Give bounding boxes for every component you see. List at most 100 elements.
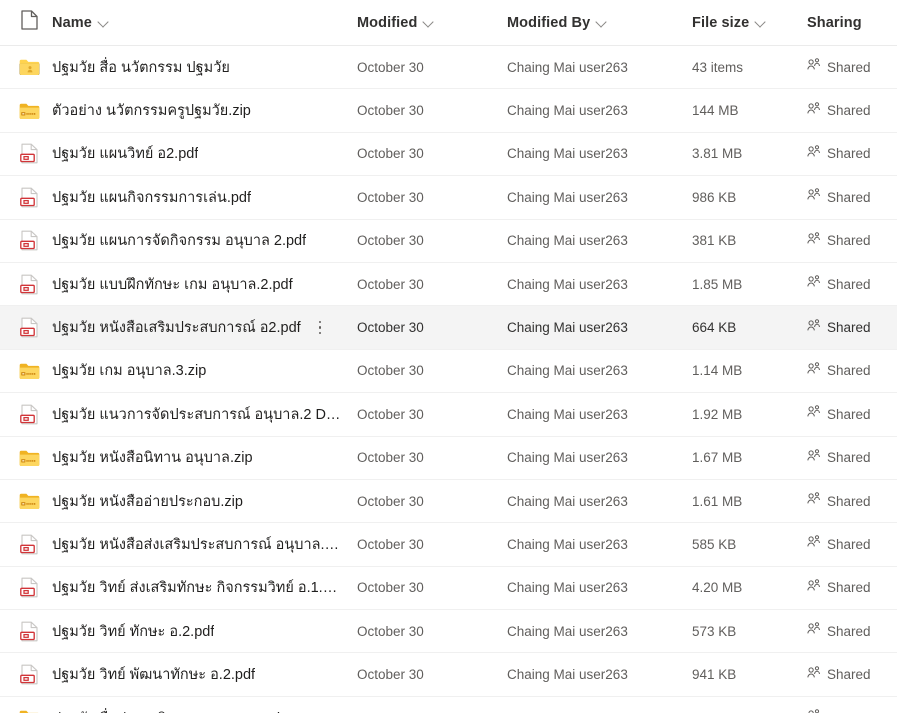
sharing-cell[interactable]: Shared: [807, 275, 897, 293]
file-name-cell[interactable]: ปฐมวัย แผนการจัดกิจกรรม อนุบาล 2.pdf: [52, 229, 357, 252]
file-icon-cell[interactable]: [0, 360, 52, 382]
file-name-cell[interactable]: ปฐมวัย สื่อปฐ ชุดกิจกรรม อนุบาล1.zip: [52, 707, 357, 713]
file-name-cell[interactable]: ปฐมวัย เกม อนุบาล.3.zip: [52, 359, 357, 382]
sharing-status[interactable]: Shared: [807, 145, 871, 163]
table-row[interactable]: ปฐมวัย แผนกิจกรรมการเล่น.pdf October 30 Ch…: [0, 176, 897, 220]
sharing-cell[interactable]: Shared: [807, 709, 897, 713]
table-row[interactable]: ปฐมวัย หนังสือส่งเสริมประสบการณ์ อนุบาล.…: [0, 523, 897, 567]
file-icon-cell[interactable]: [0, 230, 52, 252]
file-name-label[interactable]: ปฐมวัย สื่อปฐ ชุดกิจกรรม อนุบาล1.zip: [52, 707, 288, 713]
sharing-cell[interactable]: Shared: [807, 58, 897, 76]
sharing-cell[interactable]: Shared: [807, 231, 897, 250]
table-row[interactable]: ปฐมวัย เกม อนุบาล.3.zip October 30 Chaing …: [0, 350, 897, 394]
file-icon-cell[interactable]: [0, 56, 52, 78]
file-name-label[interactable]: ปฐมวัย หนังสือเสริมประสบการณ์ อ2.pdf: [52, 316, 301, 339]
file-icon-cell[interactable]: [0, 620, 52, 642]
sharing-cell[interactable]: Shared: [807, 188, 897, 206]
file-name-label[interactable]: ปฐมวัย สื่อ นวัตกรรม ปฐมวัย: [52, 56, 230, 79]
sharing-status[interactable]: Shared: [807, 58, 871, 76]
file-name-label[interactable]: ปฐมวัย วิทย์ พัฒนาทักษะ อ.2.pdf: [52, 663, 255, 686]
table-row[interactable]: ปฐมวัย หนังสืออ่ายประกอบ.zip October 30 Ch…: [0, 480, 897, 524]
sharing-status[interactable]: Shared: [807, 579, 871, 597]
file-name-label[interactable]: ปฐมวัย วิทย์ ทักษะ อ.2.pdf: [52, 620, 214, 643]
sharing-cell[interactable]: Shared: [807, 318, 897, 337]
table-row[interactable]: ปฐมวัย แนวการจัดประสบการณ์ อนุบาล.2 DD.p…: [0, 393, 897, 437]
sharing-status[interactable]: Shared: [807, 665, 871, 684]
file-name-cell[interactable]: ปฐมวัย หนังสืออ่ายประกอบ.zip: [52, 490, 357, 513]
file-name-cell[interactable]: ปฐมวัย แบบฝึกทักษะ เกม อนุบาล.2.pdf: [52, 273, 357, 296]
file-name-cell[interactable]: ปฐมวัย แผนกิจกรรมการเล่น.pdf: [52, 186, 357, 209]
sharing-cell[interactable]: Shared: [807, 448, 897, 467]
table-row[interactable]: ปฐมวัย วิทย์ ทักษะ อ.2.pdf October 30 Chai…: [0, 610, 897, 654]
file-name-label[interactable]: ปฐมวัย แนวการจัดประสบการณ์ อนุบาล.2 DD.p…: [52, 403, 342, 426]
sharing-status[interactable]: Shared: [807, 492, 871, 510]
file-name-label[interactable]: ปฐมวัย หนังสือนิทาน อนุบาล.zip: [52, 446, 253, 469]
table-row[interactable]: ปฐมวัย หนังสือเสริมประสบการณ์ อ2.pdf Octo…: [0, 306, 897, 350]
sharing-status[interactable]: Shared: [807, 231, 871, 250]
sharing-status[interactable]: Shared: [807, 405, 871, 423]
file-icon-cell[interactable]: [0, 490, 52, 512]
file-icon-cell[interactable]: [0, 317, 52, 339]
sharing-status[interactable]: Shared: [807, 188, 871, 206]
header-file-size[interactable]: File size: [692, 15, 767, 31]
file-name-cell[interactable]: ปฐมวัย หนังสือนิทาน อนุบาล.zip: [52, 446, 357, 469]
sharing-status[interactable]: Shared: [807, 622, 871, 640]
sharing-cell[interactable]: Shared: [807, 579, 897, 597]
file-name-cell[interactable]: ปฐมวัย แนวการจัดประสบการณ์ อนุบาล.2 DD.p…: [52, 403, 357, 426]
table-row[interactable]: ปฐมวัย หนังสือนิทาน อนุบาล.zip October 30…: [0, 437, 897, 480]
sharing-cell[interactable]: Shared: [807, 492, 897, 510]
table-row[interactable]: ปฐมวัย วิทย์ พัฒนาทักษะ อ.2.pdf October 3…: [0, 653, 897, 697]
table-row[interactable]: ปฐมวัย สื่อ นวัตกรรม ปฐมวัย October 30 Cha…: [0, 46, 897, 90]
file-name-cell[interactable]: ปฐมวัย หนังสือส่งเสริมประสบการณ์ อนุบาล.…: [52, 533, 357, 556]
file-name-cell[interactable]: ปฐมวัย วิทย์ ทักษะ อ.2.pdf: [52, 620, 357, 643]
sharing-cell[interactable]: Shared: [807, 405, 897, 423]
file-name-label[interactable]: ปฐมวัย วิทย์ ส่งเสริมทักษะ กิจกรรมวิทย์ …: [52, 576, 342, 599]
file-icon-cell[interactable]: [0, 143, 52, 165]
file-icon-cell[interactable]: [0, 664, 52, 686]
file-name-cell[interactable]: ปฐมวัย สื่อ นวัตกรรม ปฐมวัย: [52, 56, 357, 79]
header-sharing[interactable]: Sharing: [807, 15, 862, 31]
sharing-cell[interactable]: Shared: [807, 145, 897, 163]
file-icon-cell[interactable]: [0, 447, 52, 469]
header-modified[interactable]: Modified: [357, 15, 435, 31]
file-name-label[interactable]: ปฐมวัย เกม อนุบาล.3.zip: [52, 359, 206, 382]
file-name-label[interactable]: ตัวอย่าง นวัตกรรมครูปฐมวัย.zip: [52, 99, 251, 122]
sharing-status[interactable]: Shared: [807, 448, 871, 467]
header-filetype-icon-cell[interactable]: [0, 10, 52, 35]
more-options-button[interactable]: [311, 317, 329, 339]
header-modified-by[interactable]: Modified By: [507, 15, 608, 31]
file-icon-cell[interactable]: [0, 533, 52, 555]
sharing-status[interactable]: Shared: [807, 709, 871, 713]
sharing-cell[interactable]: Shared: [807, 622, 897, 640]
sharing-cell[interactable]: Shared: [807, 535, 897, 553]
sharing-cell[interactable]: Shared: [807, 665, 897, 684]
table-row[interactable]: ปฐมวัย วิทย์ ส่งเสริมทักษะ กิจกรรมวิทย์ …: [0, 567, 897, 611]
sharing-status[interactable]: Shared: [807, 101, 871, 120]
table-row[interactable]: ตัวอย่าง นวัตกรรมครูปฐมวัย.zip October 30…: [0, 89, 897, 133]
file-icon-cell[interactable]: [0, 273, 52, 295]
file-icon-cell[interactable]: [0, 186, 52, 208]
file-name-label[interactable]: ปฐมวัย แบบฝึกทักษะ เกม อนุบาล.2.pdf: [52, 273, 293, 296]
sharing-status[interactable]: Shared: [807, 535, 871, 553]
table-row[interactable]: ปฐมวัย แผนวิทย์ อ2.pdf October 30 Chaing M…: [0, 133, 897, 177]
sharing-status[interactable]: Shared: [807, 275, 871, 293]
table-row[interactable]: ปฐมวัย แบบฝึกทักษะ เกม อนุบาล.2.pdf Octob…: [0, 263, 897, 307]
header-name[interactable]: Name: [52, 15, 110, 31]
file-icon-cell[interactable]: [0, 707, 52, 713]
sharing-cell[interactable]: Shared: [807, 101, 897, 120]
file-name-label[interactable]: ปฐมวัย แผนการจัดกิจกรรม อนุบาล 2.pdf: [52, 229, 306, 252]
table-row[interactable]: ปฐมวัย สื่อปฐ ชุดกิจกรรม อนุบาล1.zipOcto…: [0, 697, 897, 713]
table-row[interactable]: ปฐมวัย แผนการจัดกิจกรรม อนุบาล 2.pdf Octo…: [0, 220, 897, 263]
file-name-label[interactable]: ปฐมวัย แผนวิทย์ อ2.pdf: [52, 142, 198, 165]
sharing-status[interactable]: Shared: [807, 318, 871, 337]
file-name-cell[interactable]: ปฐมวัย วิทย์ พัฒนาทักษะ อ.2.pdf: [52, 663, 357, 686]
sharing-cell[interactable]: Shared: [807, 362, 897, 380]
file-name-label[interactable]: ปฐมวัย หนังสืออ่ายประกอบ.zip: [52, 490, 243, 513]
file-icon-cell[interactable]: [0, 100, 52, 122]
file-name-cell[interactable]: ตัวอย่าง นวัตกรรมครูปฐมวัย.zip: [52, 99, 357, 122]
file-name-cell[interactable]: ปฐมวัย วิทย์ ส่งเสริมทักษะ กิจกรรมวิทย์ …: [52, 576, 357, 599]
file-icon-cell[interactable]: [0, 577, 52, 599]
sharing-status[interactable]: Shared: [807, 362, 871, 380]
file-name-cell[interactable]: ปฐมวัย แผนวิทย์ อ2.pdf: [52, 142, 357, 165]
file-name-label[interactable]: ปฐมวัย หนังสือส่งเสริมประสบการณ์ อนุบาล.…: [52, 533, 342, 556]
